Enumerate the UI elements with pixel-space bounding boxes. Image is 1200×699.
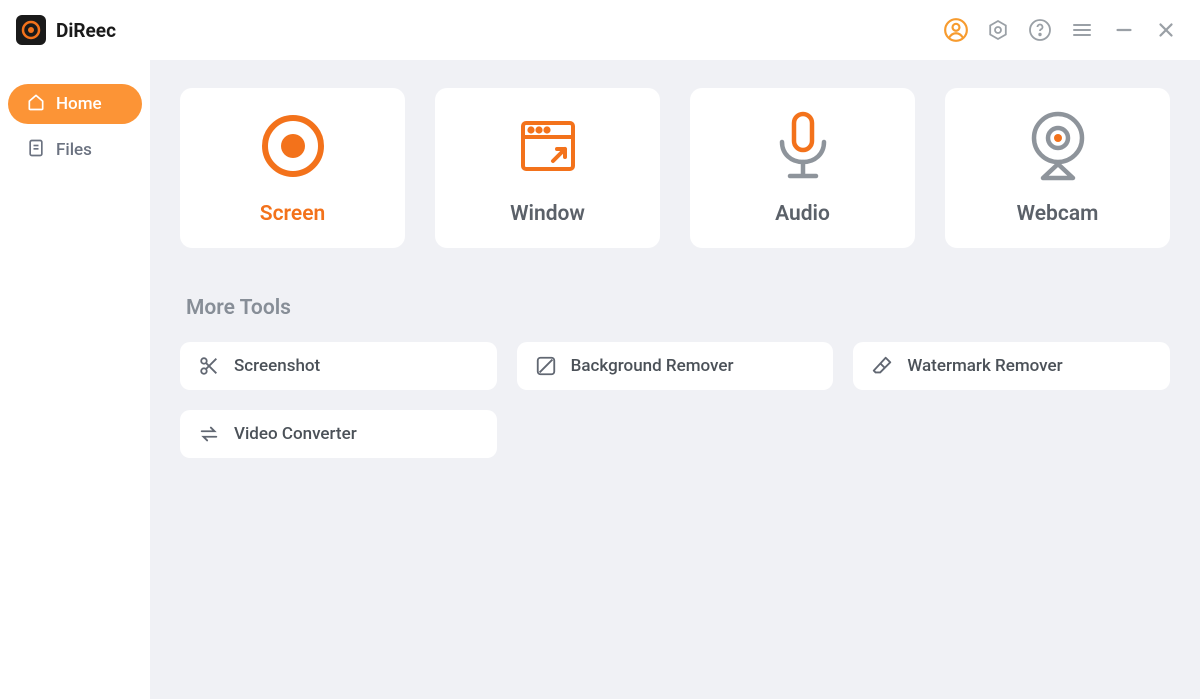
minimize-icon[interactable] bbox=[1110, 16, 1138, 44]
card-audio[interactable]: Audio bbox=[690, 88, 915, 248]
card-label: Audio bbox=[775, 202, 830, 226]
sidebar: Home Files bbox=[0, 60, 150, 699]
tool-video-converter[interactable]: Video Converter bbox=[180, 410, 497, 458]
sidebar-item-label: Files bbox=[56, 140, 92, 160]
convert-icon bbox=[198, 423, 220, 445]
app-logo-icon bbox=[16, 15, 46, 45]
tool-empty bbox=[517, 410, 834, 458]
app-title: DiReec bbox=[56, 19, 116, 42]
titlebar-right bbox=[942, 16, 1180, 44]
sidebar-item-label: Home bbox=[56, 94, 102, 114]
more-tools: Screenshot Background Remover Watermark … bbox=[180, 342, 1170, 458]
titlebar-left: DiReec bbox=[16, 15, 116, 45]
tool-label: Video Converter bbox=[234, 424, 357, 444]
more-tools-title: More Tools bbox=[186, 296, 1170, 320]
files-icon bbox=[26, 138, 46, 163]
menu-icon[interactable] bbox=[1068, 16, 1096, 44]
card-label: Screen bbox=[260, 202, 325, 226]
tool-empty bbox=[853, 410, 1170, 458]
recording-modes: Screen Window Audio Webcam bbox=[180, 88, 1170, 248]
layout: Home Files Screen Window bbox=[0, 60, 1200, 699]
background-remover-icon bbox=[535, 355, 557, 377]
screen-record-icon bbox=[257, 110, 329, 182]
close-icon[interactable] bbox=[1152, 16, 1180, 44]
home-icon bbox=[26, 92, 46, 117]
account-icon[interactable] bbox=[942, 16, 970, 44]
titlebar: DiReec bbox=[0, 0, 1200, 60]
tool-label: Background Remover bbox=[571, 356, 734, 376]
window-icon bbox=[515, 110, 581, 182]
card-window[interactable]: Window bbox=[435, 88, 660, 248]
audio-icon bbox=[768, 110, 838, 182]
main: Screen Window Audio Webcam Mor bbox=[150, 60, 1200, 699]
tool-watermark-remover[interactable]: Watermark Remover bbox=[853, 342, 1170, 390]
help-icon[interactable] bbox=[1026, 16, 1054, 44]
tool-label: Watermark Remover bbox=[907, 356, 1062, 376]
tool-label: Screenshot bbox=[234, 356, 320, 376]
webcam-icon bbox=[1023, 110, 1093, 182]
tool-background-remover[interactable]: Background Remover bbox=[517, 342, 834, 390]
tool-screenshot[interactable]: Screenshot bbox=[180, 342, 497, 390]
settings-icon[interactable] bbox=[984, 16, 1012, 44]
scissors-icon bbox=[198, 355, 220, 377]
sidebar-item-home[interactable]: Home bbox=[8, 84, 142, 124]
card-label: Window bbox=[510, 202, 585, 226]
card-label: Webcam bbox=[1017, 202, 1099, 226]
card-screen[interactable]: Screen bbox=[180, 88, 405, 248]
eraser-icon bbox=[871, 355, 893, 377]
card-webcam[interactable]: Webcam bbox=[945, 88, 1170, 248]
sidebar-item-files[interactable]: Files bbox=[8, 130, 142, 170]
